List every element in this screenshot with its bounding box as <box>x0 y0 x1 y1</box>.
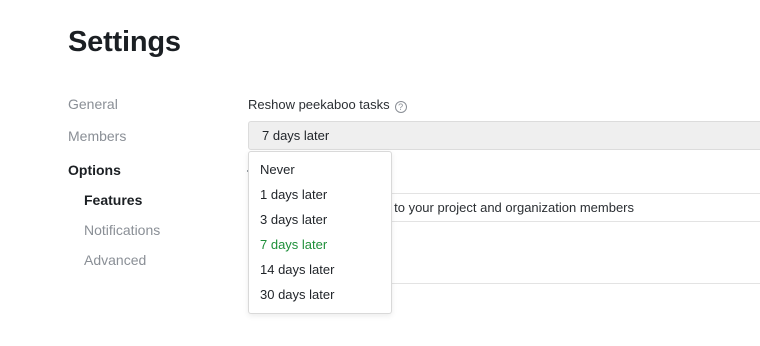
help-icon[interactable]: ? <box>394 101 407 113</box>
dropdown-option-14-days[interactable]: 14 days later <box>260 262 334 277</box>
settings-page: Settings General Members Options Feature… <box>0 0 760 346</box>
page-title: Settings <box>68 26 181 58</box>
visibility-description: y to your project and organization membe… <box>384 200 635 215</box>
reshow-label-text: Reshow peekaboo tasks <box>248 97 390 112</box>
sidebar-item-general[interactable]: General <box>68 96 118 112</box>
sidebar-item-advanced[interactable]: Advanced <box>84 252 146 268</box>
reshow-dropdown-menu: Never 1 days later 3 days later 7 days l… <box>248 151 392 314</box>
reshow-label: Reshow peekaboo tasks? <box>248 97 407 113</box>
sidebar-item-members[interactable]: Members <box>68 128 126 144</box>
reshow-select[interactable]: 7 days later <box>248 121 760 150</box>
reshow-select-value: 7 days later <box>262 128 330 143</box>
dropdown-option-1-day[interactable]: 1 days later <box>260 187 327 202</box>
sidebar-item-notifications[interactable]: Notifications <box>84 222 160 238</box>
sidebar-item-features[interactable]: Features <box>84 192 142 208</box>
dropdown-option-3-days[interactable]: 3 days later <box>260 212 327 227</box>
dropdown-option-never[interactable]: Never <box>260 162 295 177</box>
dropdown-option-30-days[interactable]: 30 days later <box>260 287 334 302</box>
dropdown-option-7-days[interactable]: 7 days later <box>260 237 327 252</box>
sidebar-item-options[interactable]: Options <box>68 162 121 178</box>
